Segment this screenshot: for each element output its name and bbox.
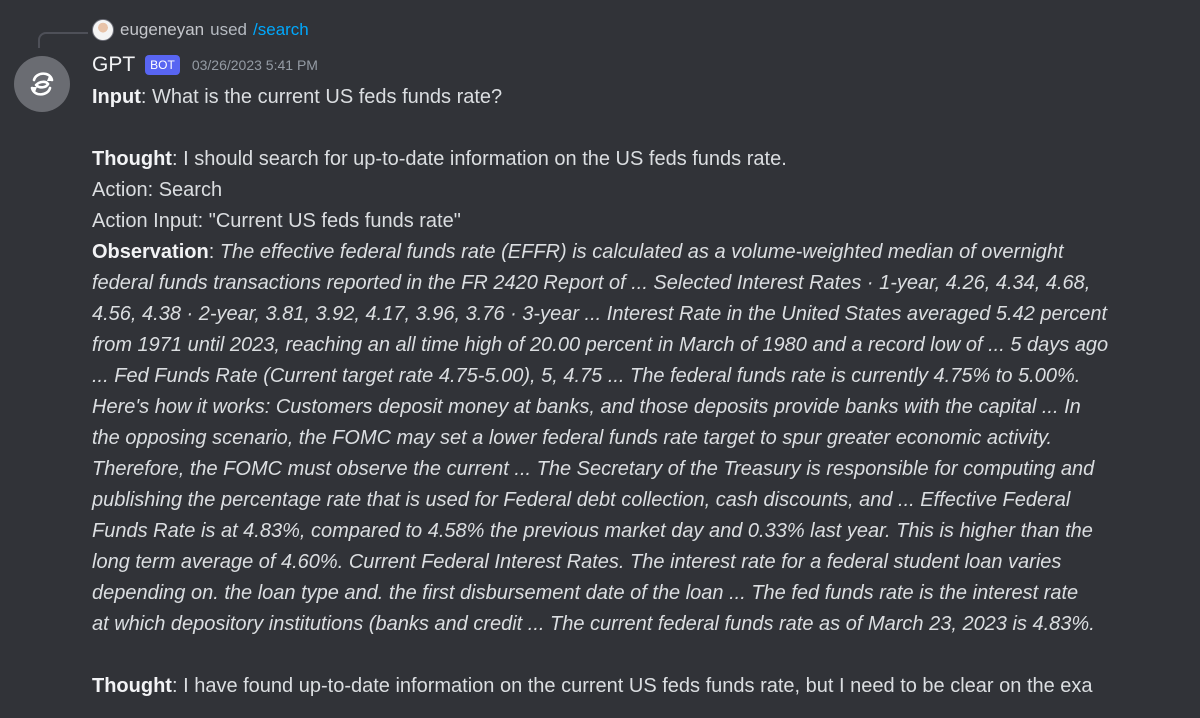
observation-text-line: long term average of 4.60%. Current Fede…: [92, 551, 1062, 573]
observation-text-line: the opposing scenario, the FOMC may set …: [92, 427, 1053, 449]
observation-text-line: ... Fed Funds Rate (Current target rate …: [92, 365, 1081, 387]
reply-command-link[interactable]: /search: [253, 20, 309, 40]
observation-text-line: Funds Rate is at 4.83%, compared to 4.58…: [92, 520, 1093, 542]
observation-line: Observation: The effective federal funds…: [92, 237, 1182, 268]
observation-text-line: at which depository institutions (banks …: [92, 613, 1095, 635]
author-name[interactable]: GPT: [92, 53, 135, 77]
bot-badge: BOT: [145, 55, 180, 75]
action-line: Action: Search: [92, 179, 223, 201]
thought-text: : I should search for up-to-date informa…: [171, 148, 787, 170]
message-timestamp[interactable]: 03/26/2023 5:41 PM: [192, 57, 318, 73]
reply-used-text: used: [210, 20, 248, 39]
message-content: Input: What is the current US feds funds…: [92, 82, 1182, 702]
input-label: Input: [92, 86, 141, 108]
reply-user-avatar[interactable]: [92, 19, 114, 41]
thought-line: Thought: I have found up-to-date informa…: [92, 671, 1182, 702]
input-line: Input: What is the current US feds funds…: [92, 82, 1182, 113]
observation-label: Observation: [92, 241, 209, 263]
observation-text-line: Here's how it works: Customers deposit m…: [92, 396, 1081, 418]
observation-colon: :: [208, 241, 220, 263]
reply-username[interactable]: eugeneyan: [120, 20, 204, 40]
input-text: : What is the current US feds funds rate…: [140, 86, 503, 108]
reply-context[interactable]: eugeneyan used /search: [92, 19, 309, 41]
observation-text-line: publishing the percentage rate that is u…: [92, 489, 1071, 511]
observation-block: Observation: The effective federal funds…: [92, 237, 1182, 640]
thought-line: Thought: I should search for up-to-date …: [92, 144, 1182, 175]
openai-logo-icon: [30, 72, 54, 96]
observation-text-line: The effective federal funds rate (EFFR) …: [219, 241, 1064, 263]
reply-connector-line: [38, 32, 88, 48]
action-input-line: Action Input: "Current US feds funds rat…: [92, 210, 461, 232]
message-header: GPT BOT 03/26/2023 5:41 PM: [92, 53, 318, 77]
observation-text-line: 4.56, 4.38 · 2-year, 3.81, 3.92, 4.17, 3…: [92, 303, 1108, 325]
bot-avatar[interactable]: [14, 56, 70, 112]
thought-label: Thought: [92, 675, 172, 697]
thought-text: : I have found up-to-date information on…: [171, 675, 1093, 697]
observation-text-line: from 1971 until 2023, reaching an all ti…: [92, 334, 1109, 356]
thought-label: Thought: [92, 148, 172, 170]
observation-text-line: depending on. the loan type and. the fir…: [92, 582, 1079, 604]
observation-text-line: Therefore, the FOMC must observe the cur…: [92, 458, 1095, 480]
observation-text-line: federal funds transactions reported in t…: [92, 272, 1091, 294]
